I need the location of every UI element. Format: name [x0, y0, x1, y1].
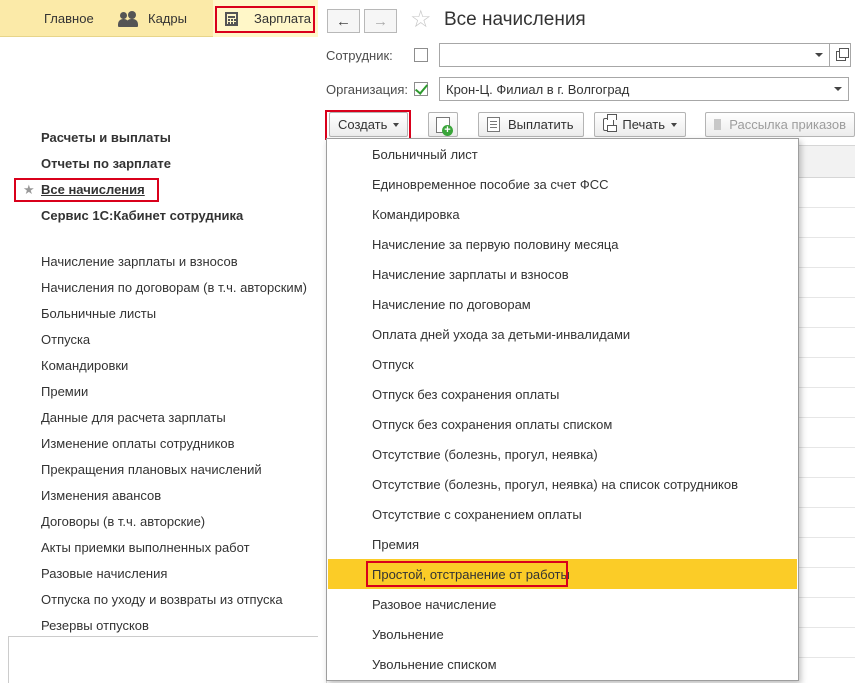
menu-item-disabled-child-care[interactable]: Оплата дней ухода за детьми-инвалидами	[328, 319, 797, 349]
arrow-right-icon: →	[373, 12, 388, 30]
nav-item[interactable]: Акты приемки выполненных работ	[41, 540, 250, 555]
section-panel: Главное Кадры Зарплата	[0, 0, 318, 37]
add-document-icon	[436, 116, 453, 136]
employee-field[interactable]	[439, 43, 809, 67]
nav-item[interactable]: Отпуска	[41, 332, 90, 347]
menu-item-business-trip[interactable]: Командировка	[328, 199, 797, 229]
section-navigation: Расчеты и выплаты Отчеты по зарплате ★ В…	[0, 38, 318, 683]
organization-label: Организация:	[326, 82, 409, 97]
menu-item-vacation[interactable]: Отпуск	[328, 349, 797, 379]
nav-item[interactable]: Изменения авансов	[41, 488, 161, 503]
employee-label: Сотрудник:	[326, 48, 393, 63]
favorite-star-icon: ★	[23, 182, 35, 197]
nav-item[interactable]: Отпуска по уходу и возвраты из отпуска	[41, 592, 283, 607]
nav-item[interactable]: Договоры (в т.ч. авторские)	[41, 514, 205, 529]
nav-all-accruals[interactable]: Все начисления	[41, 182, 145, 197]
nav-item[interactable]: Начисление зарплаты и взносов	[41, 254, 238, 269]
pay-button[interactable]: Выплатить	[478, 112, 584, 137]
employee-filter-checkbox[interactable]	[414, 48, 428, 62]
menu-item-unpaid-leave[interactable]: Отпуск без сохранения оплаты	[328, 379, 797, 409]
nav-employee-cabinet[interactable]: Сервис 1С:Кабинет сотрудника	[41, 208, 243, 223]
nav-item[interactable]: Резервы отпусков	[41, 618, 149, 633]
printer-icon	[603, 114, 618, 132]
envelope-icon	[714, 119, 722, 130]
section-salary-label: Зарплата	[254, 11, 311, 26]
employee-open-button[interactable]	[829, 43, 851, 67]
create-button-label: Создать	[338, 117, 388, 132]
favorite-star-icon[interactable]: ☆	[410, 7, 432, 33]
nav-salary-reports[interactable]: Отчеты по зарплате	[41, 156, 171, 171]
nav-payments[interactable]: Расчеты и выплаты	[41, 130, 171, 145]
nav-item[interactable]: Данные для расчета зарплаты	[41, 410, 226, 425]
menu-item-contract-accrual[interactable]: Начисление по договорам	[328, 289, 797, 319]
menu-item-dismissal[interactable]: Увольнение	[328, 619, 797, 649]
menu-icon	[14, 12, 30, 25]
mailing-button[interactable]: Рассылка приказов	[705, 112, 855, 137]
menu-item-first-half-accrual[interactable]: Начисление за первую половину месяца	[328, 229, 797, 259]
section-salary[interactable]: Зарплата	[213, 0, 318, 37]
forward-button[interactable]: →	[364, 9, 397, 33]
organization-filter-checkbox[interactable]	[414, 82, 428, 96]
section-main-label: Главное	[44, 11, 94, 26]
pay-button-label: Выплатить	[508, 117, 574, 132]
menu-item-unpaid-leave-list[interactable]: Отпуск без сохранения оплаты списком	[328, 409, 797, 439]
menu-item-absence-list[interactable]: Отсутствие (болезнь, прогул, неявка) на …	[328, 469, 797, 499]
nav-item[interactable]: Премии	[41, 384, 88, 399]
nav-item[interactable]: Командировки	[41, 358, 128, 373]
back-button[interactable]: ←	[327, 9, 360, 33]
people-icon	[118, 10, 138, 27]
employee-dropdown-button[interactable]	[808, 43, 830, 67]
menu-item-dismissal-list[interactable]: Увольнение списком	[328, 649, 797, 679]
print-button[interactable]: Печать	[594, 112, 686, 137]
menu-item-absence[interactable]: Отсутствие (болезнь, прогул, неявка)	[328, 439, 797, 469]
create-button[interactable]: Создать	[329, 112, 408, 137]
nav-item[interactable]: Начисления по договорам (в т.ч. авторски…	[41, 280, 307, 295]
nav-item[interactable]: Прекращения плановых начислений	[41, 462, 262, 477]
nav-item[interactable]: Разовые начисления	[41, 566, 167, 581]
nav-item[interactable]: Больничные листы	[41, 306, 156, 321]
chevron-down-icon	[671, 122, 677, 127]
menu-item-one-time-accrual[interactable]: Разовое начисление	[328, 589, 797, 619]
menu-item-sick-leave[interactable]: Больничный лист	[328, 139, 797, 169]
nav-item[interactable]: Изменение оплаты сотрудников	[41, 436, 235, 451]
section-staff[interactable]: Кадры	[118, 0, 208, 37]
mailing-button-label: Рассылка приказов	[729, 117, 846, 132]
menu-item-downtime[interactable]: Простой, отстранение от работы	[328, 559, 797, 589]
create-menu: Больничный лист Единовременное пособие з…	[326, 138, 799, 681]
menu-item-paid-absence[interactable]: Отсутствие с сохранением оплаты	[328, 499, 797, 529]
menu-item-salary-accrual[interactable]: Начисление зарплаты и взносов	[328, 259, 797, 289]
section-main[interactable]: Главное	[10, 0, 110, 37]
print-button-label: Печать	[622, 117, 665, 132]
create-based-on-button[interactable]	[428, 112, 458, 137]
calculator-icon	[225, 11, 238, 26]
section-staff-label: Кадры	[148, 11, 187, 26]
organization-field[interactable]: Крон-Ц. Филиал в г. Волгоград	[439, 77, 828, 101]
panel-divider	[8, 636, 318, 683]
organization-dropdown-button[interactable]	[827, 77, 849, 101]
page-title: Все начисления	[444, 9, 586, 30]
chevron-down-icon	[393, 122, 400, 127]
menu-item-bonus[interactable]: Премия	[328, 529, 797, 559]
arrow-left-icon: ←	[336, 12, 351, 30]
menu-item-lump-sum-benefit[interactable]: Единовременное пособие за счет ФСС	[328, 169, 797, 199]
document-icon	[487, 117, 500, 132]
